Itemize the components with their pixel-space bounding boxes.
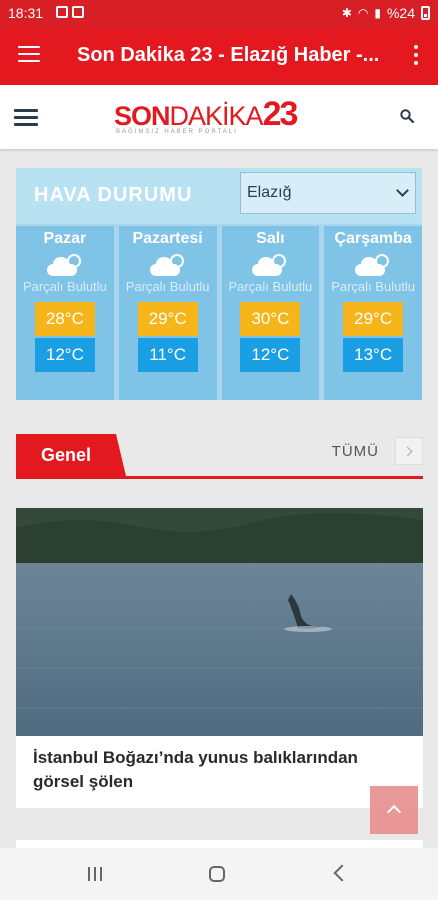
high-temp: 30°C [240, 302, 301, 336]
battery-percent: %24 [386, 5, 415, 21]
bluetooth-icon: ✱ [341, 6, 352, 20]
site-logo[interactable]: SONDAKİKA23 BAĞIMSIZ HABER PORTALI [114, 95, 298, 139]
low-temp: 12°C [240, 338, 301, 372]
site-header: SONDAKİKA23 BAĞIMSIZ HABER PORTALI [0, 85, 438, 149]
weather-header: HAVA DURUMU Elazığ [16, 168, 422, 224]
high-temp: 28°C [34, 302, 95, 336]
app-notification-icon [72, 6, 84, 18]
more-options-icon[interactable] [414, 45, 418, 69]
status-bar: 18:31 ✱ ◠ ▮ %24 [0, 0, 438, 28]
day-name: Pazar [43, 230, 87, 247]
chevron-down-icon [396, 184, 409, 197]
search-icon[interactable] [400, 109, 414, 123]
high-temp: 29°C [343, 302, 404, 336]
battery-icon [421, 6, 430, 20]
city-select[interactable]: Elazığ [240, 172, 416, 214]
day-name: Pazartesi [132, 230, 203, 247]
forecast-day: Pazartesi Parçalı Bulutlu 29°C 11°C [118, 226, 217, 400]
notification-icons [56, 6, 84, 18]
partly-cloudy-icon [252, 254, 288, 276]
forecast-day: Pazar Parçalı Bulutlu 28°C 12°C [16, 226, 114, 400]
page-content[interactable]: HAVA DURUMU Elazığ Pazar Parçalı Bulutlu… [0, 150, 438, 848]
day-description: Parçalı Bulutlu [22, 279, 107, 294]
gallery-icon [56, 6, 68, 18]
weather-widget: HAVA DURUMU Elazığ Pazar Parçalı Bulutlu… [16, 168, 422, 400]
day-description: Parçalı Bulutlu [331, 279, 416, 294]
weather-title: HAVA DURUMU [34, 184, 193, 206]
see-all-link[interactable]: TÜMÜ [332, 443, 379, 460]
system-icons: ✱ ◠ ▮ %24 [342, 5, 430, 21]
news-card-next[interactable] [16, 840, 423, 848]
hamburger-menu-icon[interactable] [18, 46, 40, 64]
chevron-right-icon[interactable] [395, 437, 423, 465]
partly-cloudy-icon [149, 254, 186, 276]
day-description: Parçalı Bulutlu [125, 279, 210, 294]
forecast-days: Pazar Parçalı Bulutlu 28°C 12°C Pazartes… [16, 226, 422, 400]
app-bar: Son Dakika 23 - Elazığ Haber -... [0, 28, 438, 85]
recent-apps-icon[interactable] [88, 867, 104, 881]
low-temp: 12°C [34, 338, 95, 372]
day-name: Çarşamba [334, 230, 412, 247]
section-header: Genel TÜMÜ [16, 432, 423, 479]
news-headline[interactable]: İstanbul Boğazı’nda yunus balıklarından … [33, 746, 413, 794]
home-icon[interactable] [209, 866, 225, 882]
system-nav-bar [0, 848, 438, 900]
scroll-to-top-button[interactable] [370, 786, 418, 834]
low-temp: 11°C [137, 338, 198, 372]
partly-cloudy-icon [46, 254, 83, 276]
app-title: Son Dakika 23 - Elazığ Haber -... [77, 44, 380, 66]
forecast-day: Çarşamba Parçalı Bulutlu 29°C 13°C [324, 226, 422, 400]
news-image[interactable] [16, 508, 423, 736]
city-select-value: Elazığ [247, 184, 292, 201]
forecast-day: Salı Parçalı Bulutlu 30°C 12°C [221, 226, 320, 400]
partly-cloudy-icon [355, 254, 391, 276]
day-description: Parçalı Bulutlu [228, 279, 313, 294]
status-time: 18:31 [8, 5, 44, 21]
back-icon[interactable] [333, 864, 351, 882]
site-menu-icon[interactable] [14, 109, 38, 130]
low-temp: 13°C [343, 338, 404, 372]
section-tab-genel[interactable]: Genel [16, 434, 126, 476]
wifi-icon: ◠ [357, 6, 369, 20]
news-card[interactable]: İstanbul Boğazı’nda yunus balıklarından … [16, 508, 423, 808]
high-temp: 29°C [137, 302, 198, 336]
signal-icon: ▮ [374, 6, 381, 20]
day-name: Salı [256, 230, 285, 247]
